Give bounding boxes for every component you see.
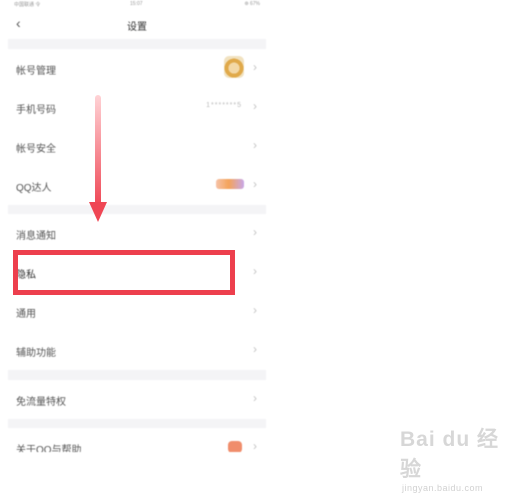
annotation-arrow-shaft [95, 95, 101, 207]
status-bar: 中国联通 令 15:07 ⊕ 67% [8, 0, 266, 9]
chevron-right-icon: › [253, 99, 257, 113]
settings-group-account: 帐号管理 › 手机号码 1*******5 › 帐号安全 › QQ达人 › [8, 49, 266, 205]
settings-row-general[interactable]: 通用 › [8, 292, 266, 331]
settings-row-accessibility[interactable]: 辅助功能 › [8, 331, 266, 370]
nav-bar: ‹ 设置 [8, 9, 266, 39]
chevron-right-icon: › [253, 177, 257, 191]
privacy-highlight-box [13, 250, 235, 295]
row-label: 消息通知 [16, 231, 56, 242]
settings-row-about-help[interactable]: 关于QQ与帮助 › [8, 428, 266, 452]
row-label: 通用 [16, 309, 36, 320]
chevron-right-icon: › [253, 138, 257, 152]
chevron-right-icon: › [253, 264, 257, 278]
row-label: 免流量特权 [16, 397, 66, 408]
settings-group-data-plan: 免流量特权 › [8, 380, 266, 419]
row-label: 手机号码 [16, 105, 56, 116]
phone-screen: 中国联通 令 15:07 ⊕ 67% ‹ 设置 帐号管理 › 手机号码 1***… [8, 0, 266, 452]
chevron-right-icon: › [253, 225, 257, 239]
chevron-right-icon: › [253, 303, 257, 317]
carrier-label: 中国联通 令 [14, 2, 41, 8]
status-time: 15:07 [130, 1, 143, 7]
phone-number-value: 1*******5 [206, 102, 242, 109]
watermark-logo: Bai du 经验 [400, 428, 500, 481]
settings-row-account-security[interactable]: 帐号安全 › [8, 127, 266, 166]
qq-master-badge-icon [216, 179, 244, 189]
chevron-right-icon: › [253, 60, 257, 74]
settings-row-qq-master[interactable]: QQ达人 › [8, 166, 266, 205]
settings-row-account-management[interactable]: 帐号管理 › [8, 49, 266, 88]
row-label: 帐号安全 [16, 144, 56, 155]
battery-indicator: ⊕ 67% [244, 1, 260, 7]
annotation-arrow-head-icon [89, 202, 107, 222]
baidu-jingyan-watermark: Bai du 经验 jingyan.baidu.com [400, 423, 510, 493]
chevron-right-icon: › [253, 439, 257, 452]
settings-group-about: 关于QQ与帮助 › [8, 428, 266, 452]
settings-row-notifications[interactable]: 消息通知 › [8, 214, 266, 253]
row-label: 辅助功能 [16, 348, 56, 359]
row-label: 帐号管理 [16, 66, 56, 77]
settings-row-phone-number[interactable]: 手机号码 1*******5 › [8, 88, 266, 127]
page-title: 设置 [127, 22, 147, 33]
chevron-right-icon: › [253, 342, 257, 356]
new-badge-icon [228, 441, 242, 452]
avatar [224, 56, 244, 78]
watermark-url: jingyan.baidu.com [402, 483, 484, 493]
row-label: QQ达人 [16, 183, 52, 194]
row-label: 关于QQ与帮助 [16, 445, 82, 452]
settings-row-free-data[interactable]: 免流量特权 › [8, 380, 266, 419]
chevron-right-icon: › [253, 391, 257, 405]
